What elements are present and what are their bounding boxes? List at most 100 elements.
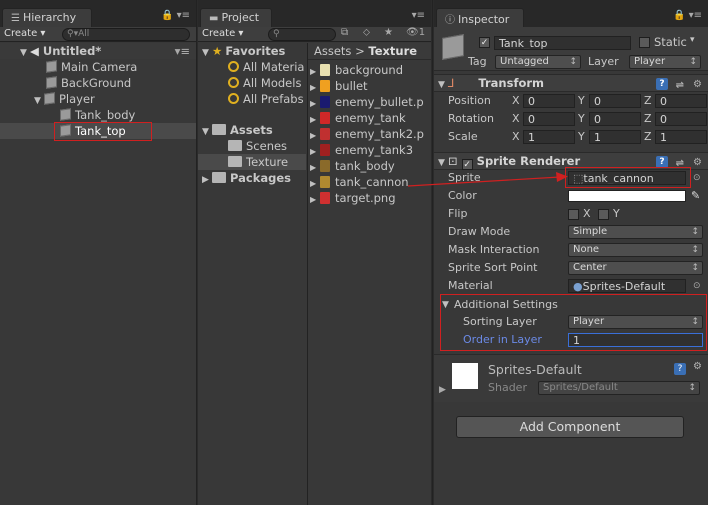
panel-divider[interactable]	[432, 0, 433, 505]
sprite-sort-point-dropdown[interactable]: Center	[568, 261, 703, 275]
object-name-field[interactable]: Tank_top	[494, 36, 631, 50]
favorite-label: All Materia	[243, 60, 305, 74]
color-swatch[interactable]	[568, 190, 686, 202]
position-x-field[interactable]: 0	[523, 94, 575, 108]
file-item[interactable]: ▶ tank_cannon	[308, 174, 431, 190]
file-item[interactable]: ▶ bullet	[308, 78, 431, 94]
panel-menu-icon[interactable]: 🔒 ▾≡	[673, 10, 702, 21]
x-axis-label[interactable]: X	[512, 92, 520, 110]
scale-z-field[interactable]: 1	[655, 130, 707, 144]
static-dropdown-icon[interactable]: ▾	[690, 35, 695, 45]
breadcrumb-current[interactable]: Texture	[368, 44, 417, 58]
object-picker-icon[interactable]: ⊙	[693, 277, 701, 295]
gear-icon[interactable]: ⚙	[693, 361, 702, 372]
assets-row[interactable]: ▼ Assets	[198, 122, 306, 138]
sorting-layer-dropdown[interactable]: Player	[568, 315, 703, 329]
folder-item-scenes[interactable]: Scenes	[198, 138, 306, 154]
additional-settings-foldout[interactable]: ▼ Additional Settings	[434, 296, 708, 314]
position-y-field[interactable]: 0	[589, 94, 641, 108]
hierarchy-panel: ☰ Hierarchy 🔒 ▾≡ Create ▾ ⚲▾All ▼ ◀ Untitle…	[0, 0, 196, 505]
label-tag-icon[interactable]: ⬦	[363, 27, 370, 38]
position-z-field[interactable]: 0	[655, 94, 707, 108]
tab-project[interactable]: ▬ Project	[200, 8, 272, 27]
add-component-button[interactable]: Add Component	[456, 416, 684, 438]
favorites-item[interactable]: All Prefabs	[198, 91, 306, 107]
file-item[interactable]: ▶ enemy_tank	[308, 110, 431, 126]
hierarchy-item-tank-body[interactable]: Tank_body	[0, 107, 196, 123]
file-item[interactable]: ▶ tank_body	[308, 158, 431, 174]
transform-header[interactable]: ▼ ⅃ Transform ? ⇌ ⚙	[434, 74, 708, 92]
search-input[interactable]: ⚲▾All	[62, 28, 190, 41]
tag-dropdown[interactable]: Untagged	[495, 55, 581, 69]
draw-mode-dropdown[interactable]: Simple	[568, 225, 703, 239]
z-axis-label[interactable]: Z	[644, 128, 652, 146]
flip-x-checkbox[interactable]	[568, 209, 579, 220]
hierarchy-item-player[interactable]: ▼ Player	[0, 91, 196, 107]
sprite-renderer-header[interactable]: ▼ ⊡ ✓ Sprite Renderer ? ⇌ ⚙	[434, 152, 708, 170]
x-axis-label[interactable]: X	[512, 110, 520, 128]
search-filter-icon	[228, 77, 239, 88]
star-icon[interactable]: ★	[384, 27, 393, 38]
object-picker-icon[interactable]: ⊙	[693, 169, 701, 187]
file-item[interactable]: ▶ enemy_tank2.p	[308, 126, 431, 142]
hierarchy-item-main-camera[interactable]: Main Camera	[0, 59, 196, 75]
help-icon[interactable]: ?	[674, 363, 686, 375]
packages-row[interactable]: ▶ Packages	[198, 170, 306, 186]
mask-interaction-dropdown[interactable]: None	[568, 243, 703, 257]
eyedropper-icon[interactable]: ✎	[691, 187, 700, 205]
help-icon[interactable]: ?	[656, 78, 668, 90]
create-button[interactable]: Create ▾	[4, 28, 45, 39]
z-axis-label[interactable]: Z	[644, 92, 652, 110]
tab-hierarchy[interactable]: ☰ Hierarchy	[2, 8, 92, 27]
panel-menu-icon[interactable]: 🔒 ▾≡	[161, 10, 190, 21]
scene-menu-icon[interactable]: ▾≡	[175, 43, 190, 59]
rotation-z-field[interactable]: 0	[655, 112, 707, 126]
panel-menu-icon[interactable]: ▾≡	[412, 10, 425, 21]
static-checkbox[interactable]	[639, 37, 650, 48]
favorites-item[interactable]: All Models	[198, 75, 306, 91]
layer-dropdown[interactable]: Player	[629, 55, 701, 69]
eye-icon[interactable]: 👁1	[406, 27, 425, 38]
file-item[interactable]: ▶ target.png	[308, 190, 431, 206]
tab-inspector-label: Inspector	[458, 13, 510, 26]
order-in-layer-field[interactable]: 1	[568, 333, 703, 347]
scale-x-field[interactable]: 1	[523, 130, 575, 144]
filter-type-icon[interactable]: ⧉	[341, 27, 348, 38]
shader-dropdown[interactable]: Sprites/Default	[538, 381, 700, 395]
file-item[interactable]: ▶ enemy_tank3	[308, 142, 431, 158]
gear-icon[interactable]: ⚙	[693, 76, 702, 93]
rotation-y-field[interactable]: 0	[589, 112, 641, 126]
caret-right-icon[interactable]: ▶	[439, 385, 446, 395]
caret-right-icon[interactable]: ▶	[202, 172, 212, 188]
y-axis-label[interactable]: Y	[578, 128, 585, 146]
tab-inspector[interactable]: ⓘ Inspector	[436, 8, 524, 27]
rotation-x-field[interactable]: 0	[523, 112, 575, 126]
favorites-item[interactable]: All Materia	[198, 59, 306, 75]
file-item[interactable]: ▶ enemy_bullet.p	[308, 94, 431, 110]
active-checkbox[interactable]: ✓	[479, 37, 490, 48]
y-axis-label[interactable]: Y	[578, 110, 585, 128]
hierarchy-item-background[interactable]: BackGround	[0, 75, 196, 91]
material-field[interactable]: ●Sprites-Default	[568, 279, 686, 293]
scale-y-field[interactable]: 1	[589, 130, 641, 144]
flip-y-checkbox[interactable]	[598, 209, 609, 220]
file-item[interactable]: ▶ background	[308, 62, 431, 78]
sprite-field[interactable]: ⬚tank_cannon	[568, 171, 686, 185]
panel-divider[interactable]	[196, 0, 197, 505]
x-axis-label[interactable]: X	[512, 128, 520, 146]
folder-item-texture[interactable]: Texture	[198, 154, 306, 170]
hierarchy-item-tank-top[interactable]: Tank_top	[0, 123, 196, 139]
help-icon[interactable]: ?	[656, 156, 668, 168]
search-placeholder: All	[78, 29, 90, 39]
sprite-thumbnail-icon	[320, 192, 330, 204]
favorites-row[interactable]: ▼ ★ Favorites	[198, 43, 306, 59]
caret-right-icon[interactable]: ▶	[310, 192, 320, 208]
create-button[interactable]: Create ▾	[202, 28, 243, 39]
scene-row[interactable]: ▼ ◀ Untitled* ▾≡	[0, 43, 196, 59]
caret-down-icon[interactable]: ▼	[442, 296, 452, 314]
z-axis-label[interactable]: Z	[644, 110, 652, 128]
project-search-input[interactable]: ⚲	[268, 28, 336, 41]
file-name: enemy_tank2.p	[335, 127, 424, 141]
y-axis-label[interactable]: Y	[578, 92, 585, 110]
breadcrumb-root[interactable]: Assets	[314, 44, 351, 58]
